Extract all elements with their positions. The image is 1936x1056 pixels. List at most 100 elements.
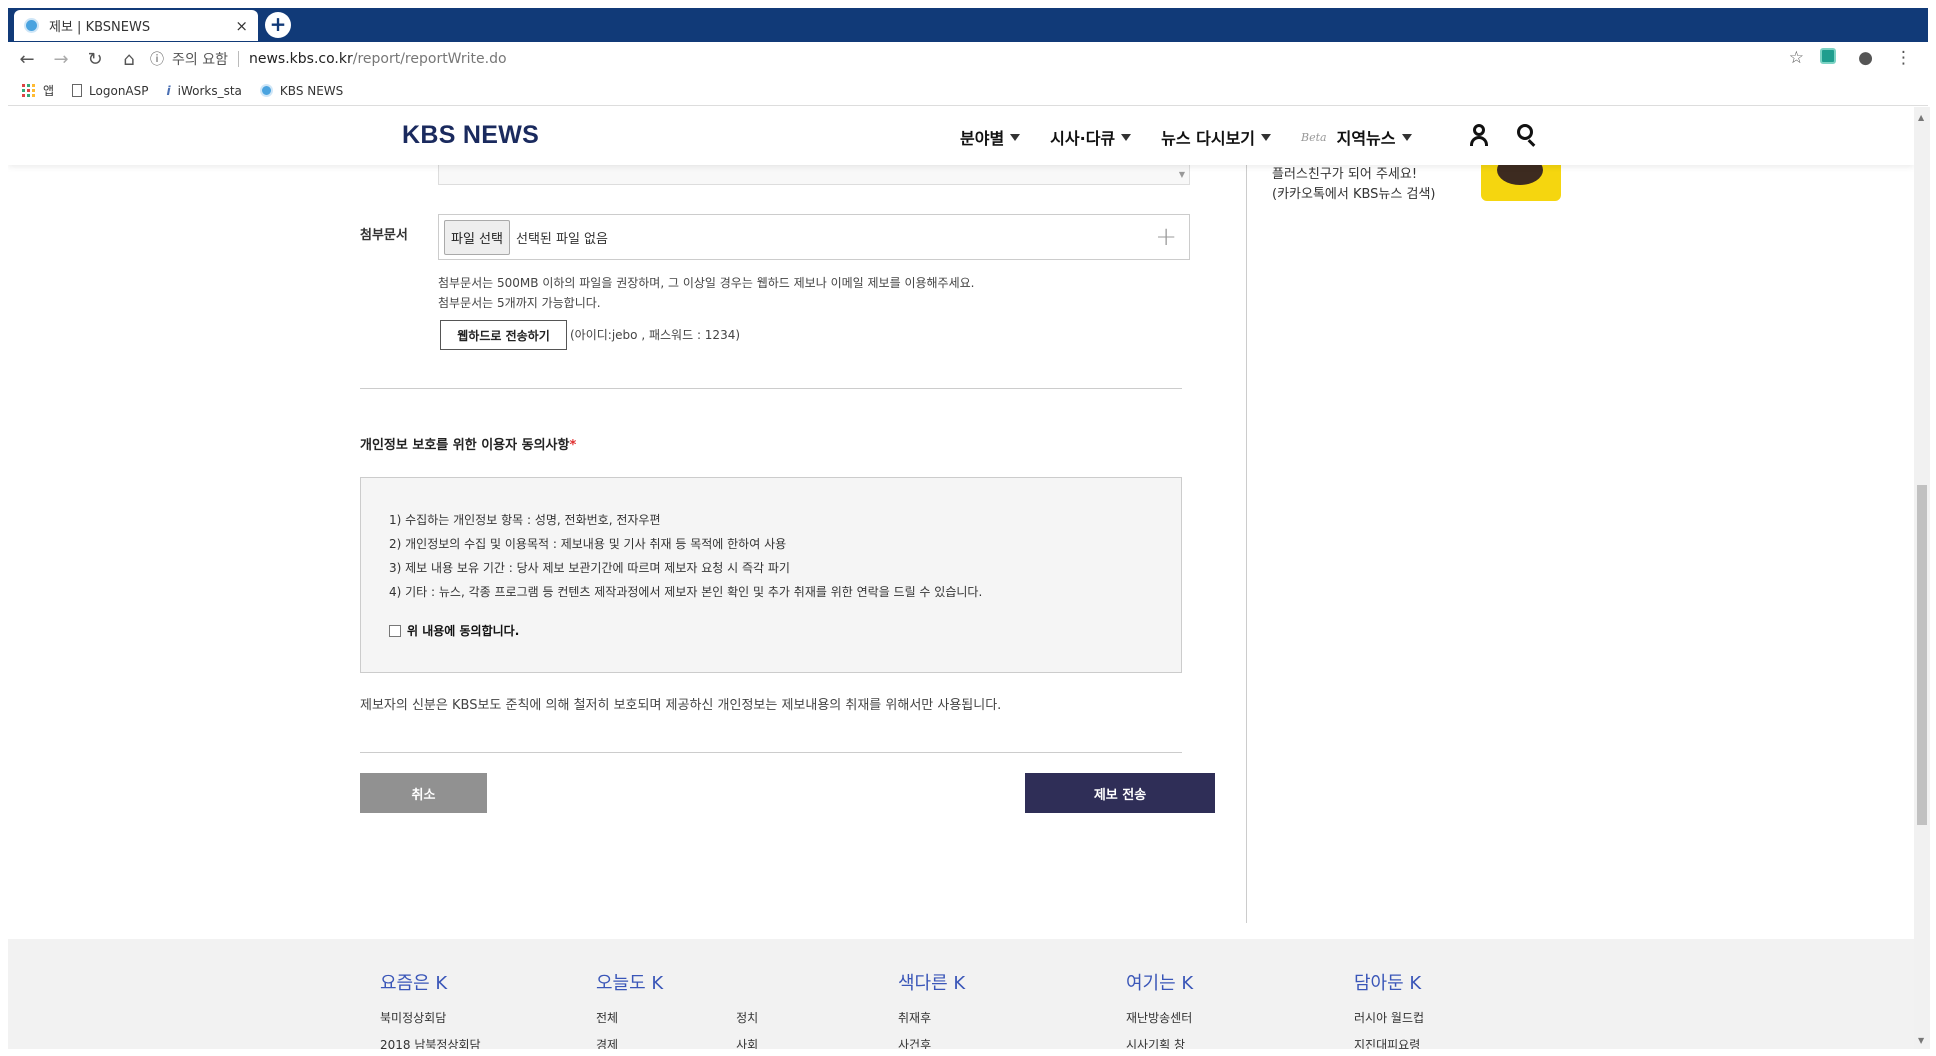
bookmark-label: KBS NEWS bbox=[279, 83, 344, 98]
nav-label: 뉴스 다시보기 bbox=[1161, 129, 1256, 148]
page-scrollbar[interactable]: ▲ ▼ bbox=[1914, 107, 1930, 1049]
nav-label: 분야별 bbox=[960, 129, 1005, 148]
address-separator bbox=[237, 51, 239, 67]
scrollbar-thumb[interactable] bbox=[1917, 485, 1927, 825]
nav-item-replay[interactable]: 뉴스 다시보기 bbox=[1161, 125, 1272, 149]
privacy-line: 2) 개인정보의 수집 및 이용목적 : 제보내용 및 기사 취재 등 목적에 … bbox=[389, 537, 787, 551]
nav-label: 시사·다큐 bbox=[1050, 129, 1116, 148]
divider bbox=[360, 388, 1182, 389]
extension-icons: ● ⋮ bbox=[1820, 48, 1912, 68]
info-icon[interactable]: ⓘ bbox=[150, 49, 164, 69]
site-footer: 요즘은 K 북미정상회담 2018 남북정상회담 오늘도 K 전체 정치 경제 … bbox=[8, 939, 1914, 1049]
reload-icon[interactable]: ↻ bbox=[80, 44, 110, 74]
footer-column-title[interactable]: 오늘도 K bbox=[596, 969, 758, 995]
footer-column: 담아둔 K 러시아 월드컵 지진대피요령 bbox=[1354, 969, 1424, 1049]
menu-icon[interactable]: ⋮ bbox=[1895, 48, 1912, 68]
iworks-icon: i bbox=[166, 83, 171, 98]
footer-link[interactable]: 정치 bbox=[736, 1009, 758, 1026]
file-status: 선택된 파일 없음 bbox=[515, 231, 608, 247]
browser-tab[interactable]: 제보 | KBSNEWS × bbox=[14, 10, 258, 41]
attachment-label: 첨부문서 bbox=[360, 228, 408, 243]
webhard-button[interactable]: 웹하드로 전송하기 bbox=[440, 320, 567, 350]
category-select[interactable]: ▼ bbox=[438, 165, 1190, 185]
bookmark-apps[interactable]: 앱 bbox=[22, 82, 54, 99]
beta-badge: Beta bbox=[1301, 130, 1327, 144]
footer-column-title[interactable]: 담아둔 K bbox=[1354, 969, 1424, 995]
add-file-icon[interactable]: + bbox=[1155, 222, 1177, 252]
footer-column-title[interactable]: 요즘은 K bbox=[380, 969, 481, 995]
footer-link[interactable]: 전체 bbox=[596, 1009, 618, 1026]
cancel-button[interactable]: 취소 bbox=[360, 773, 487, 813]
bookmark-kbs-news[interactable]: KBS NEWS bbox=[259, 83, 344, 98]
bookmarks-bar: 앱 LogonASP i iWorks_sta KBS NEWS bbox=[8, 76, 1928, 106]
footer-link[interactable]: 취재후 bbox=[898, 1009, 965, 1026]
privacy-line: 1) 수집하는 개인정보 항목 : 성명, 전화번호, 전자우편 bbox=[389, 513, 661, 527]
caret-down-icon bbox=[1121, 133, 1132, 141]
nav-item-category[interactable]: 분야별 bbox=[960, 125, 1021, 149]
forward-icon[interactable]: → bbox=[46, 44, 76, 74]
submit-report-button[interactable]: 제보 전송 bbox=[1025, 773, 1215, 813]
footer-column-title[interactable]: 색다른 K bbox=[898, 969, 965, 995]
privacy-line: 4) 기타 : 뉴스, 각종 프로그램 등 컨텐츠 제작과정에서 제보자 본인 … bbox=[389, 585, 983, 599]
choose-file-button[interactable]: 파일 선택 bbox=[444, 219, 510, 255]
footer-link[interactable]: 시사기획 창 bbox=[1126, 1036, 1193, 1049]
profile-icon[interactable]: ● bbox=[1858, 48, 1873, 68]
kakao-promo: 플러스친구가 되어 주세요! (카카오톡에서 KBS뉴스 검색) bbox=[1272, 165, 1435, 205]
footer-column: 여기는 K 재난방송센터 시사기획 창 bbox=[1126, 969, 1193, 1049]
url-path: /report/reportWrite.do bbox=[352, 51, 507, 67]
header-icons bbox=[1468, 123, 1538, 147]
bookmark-label: LogonASP bbox=[89, 83, 149, 98]
footer-column: 요즘은 K 북미정상회담 2018 남북정상회담 bbox=[380, 969, 481, 1049]
footer-link[interactable]: 2018 남북정상회담 bbox=[380, 1036, 481, 1049]
tabstrip-background bbox=[8, 8, 1928, 42]
bookmark-star-icon[interactable]: ☆ bbox=[1789, 48, 1804, 68]
main-nav: 분야별 시사·다큐 뉴스 다시보기 Beta 지역뉴스 bbox=[960, 125, 1412, 149]
footer-link[interactable]: 사건후 bbox=[898, 1036, 965, 1049]
address-bar[interactable]: ⓘ 주의 요함 news.kbs.co.kr/report/reportWrit… bbox=[150, 45, 1810, 73]
scroll-down-icon[interactable]: ▼ bbox=[1918, 1036, 1924, 1045]
footer-column-title[interactable]: 여기는 K bbox=[1126, 969, 1193, 995]
nav-item-local-news[interactable]: Beta 지역뉴스 bbox=[1301, 125, 1412, 149]
back-icon[interactable]: ← bbox=[12, 44, 42, 74]
security-label: 주의 요함 bbox=[172, 52, 228, 68]
nav-item-documentary[interactable]: 시사·다큐 bbox=[1050, 125, 1132, 149]
caret-down-icon bbox=[1401, 133, 1412, 141]
footer-link[interactable]: 지진대피요령 bbox=[1354, 1036, 1424, 1049]
url-domain: news.kbs.co.kr bbox=[248, 51, 353, 67]
bookmark-logonasp[interactable]: LogonASP bbox=[72, 83, 149, 98]
agree-checkbox-row[interactable]: 위 내용에 동의합니다. bbox=[389, 622, 1153, 639]
home-icon[interactable]: ⌂ bbox=[114, 44, 144, 74]
footer-link[interactable]: 사회 bbox=[736, 1036, 758, 1049]
browser-toolbar: ← → ↻ ⌂ ⓘ 주의 요함 news.kbs.co.kr/report/re… bbox=[8, 42, 1928, 76]
extension-icon[interactable] bbox=[1820, 48, 1837, 64]
caret-down-icon bbox=[1261, 133, 1272, 141]
kbs-favicon-icon bbox=[24, 18, 39, 33]
footer-link[interactable]: 재난방송센터 bbox=[1126, 1009, 1193, 1026]
browser-tabstrip: 제보 | KBSNEWS × + bbox=[0, 0, 1936, 42]
site-header: KBS NEWS 분야별 시사·다큐 뉴스 다시보기 Beta 지역뉴스 bbox=[8, 107, 1914, 165]
bookmark-iworks[interactable]: i iWorks_sta bbox=[167, 84, 242, 98]
kakao-talk-icon[interactable] bbox=[1481, 155, 1561, 201]
tab-close-icon[interactable]: × bbox=[235, 17, 248, 35]
scroll-up-icon[interactable]: ▲ bbox=[1918, 113, 1924, 122]
user-icon[interactable] bbox=[1468, 123, 1490, 147]
page-viewport: KBS NEWS 분야별 시사·다큐 뉴스 다시보기 Beta 지역뉴스 ▼ 첨부… bbox=[8, 107, 1914, 1049]
footer-link[interactable]: 러시아 월드컵 bbox=[1354, 1009, 1424, 1026]
footer-column: 오늘도 K 전체 정치 경제 사회 bbox=[596, 969, 758, 1049]
nav-label: 지역뉴스 bbox=[1336, 129, 1396, 148]
tab-title: 제보 | KBSNEWS bbox=[49, 20, 151, 35]
privacy-terms-box: 1) 수집하는 개인정보 항목 : 성명, 전화번호, 전자우편 2) 개인정보… bbox=[360, 477, 1182, 673]
search-icon[interactable] bbox=[1516, 123, 1538, 147]
agree-checkbox[interactable] bbox=[389, 624, 401, 637]
kakao-promo-line: (카카오톡에서 KBS뉴스 검색) bbox=[1272, 187, 1436, 202]
footer-link[interactable]: 경제 bbox=[596, 1036, 618, 1049]
file-input[interactable]: 파일 선택 선택된 파일 없음 + bbox=[438, 214, 1190, 260]
apps-grid-icon bbox=[22, 83, 36, 98]
kbs-news-logo[interactable]: KBS NEWS bbox=[402, 121, 539, 150]
kakao-promo-line: 플러스친구가 되어 주세요! bbox=[1272, 167, 1418, 182]
new-tab-button[interactable]: + bbox=[265, 12, 291, 38]
footer-link[interactable]: 북미정상회담 bbox=[380, 1009, 481, 1026]
privacy-line: 3) 제보 내용 보유 기간 : 당사 제보 보관기간에 따르며 제보자 요청 … bbox=[389, 561, 790, 575]
privacy-notice: 제보자의 신분은 KBS보도 준칙에 의해 철저히 보호되며 제공하신 개인정보… bbox=[360, 698, 1002, 713]
agree-label[interactable]: 위 내용에 동의합니다. bbox=[407, 622, 519, 639]
